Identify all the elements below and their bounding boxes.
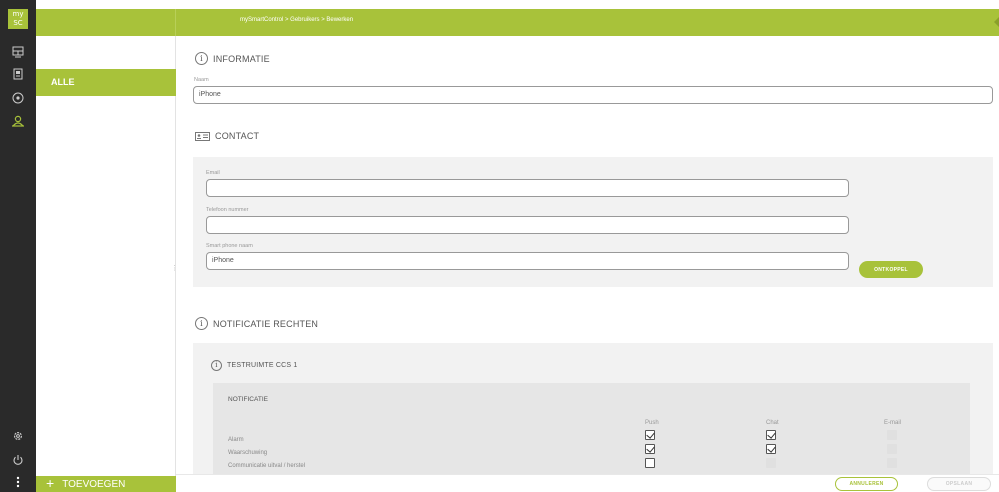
app-logo[interactable]: my SC xyxy=(8,9,28,29)
warning-push-checkbox[interactable] xyxy=(645,444,655,454)
email-input[interactable] xyxy=(206,179,849,197)
info-icon: i xyxy=(211,360,222,371)
notif-section-title: NOTIFICATIE RECHTEN xyxy=(213,318,319,329)
settings-icon[interactable] xyxy=(0,426,36,446)
alarm-chat-checkbox[interactable] xyxy=(766,430,776,440)
dashboard-icon[interactable] xyxy=(0,42,36,62)
contact-panel: Email Telefoon nummer Smart phone naam i… xyxy=(193,157,993,287)
col-push-header: Push xyxy=(645,420,659,426)
warning-email-checkbox xyxy=(887,444,897,454)
add-button-label: TOEVOEGEN xyxy=(62,479,126,490)
col-chat-header: Chat xyxy=(766,420,779,426)
alarm-push-checkbox[interactable] xyxy=(645,430,655,440)
cancel-button[interactable]: ANNULEREN xyxy=(835,477,898,491)
alarm-email-checkbox xyxy=(887,430,897,440)
action-bar: ANNULEREN OPSLAAN xyxy=(176,474,999,492)
breadcrumb[interactable]: mySmartControl > Gebruikers > Bewerken xyxy=(240,17,353,23)
col-email-header: E-mail xyxy=(884,420,902,426)
info-section-header: i INFORMATIE xyxy=(195,52,270,65)
top-bar-left xyxy=(36,9,176,36)
phone-input[interactable] xyxy=(206,216,849,234)
name-label: Naam xyxy=(194,77,209,83)
comm-chat-checkbox xyxy=(766,458,776,468)
power-icon[interactable] xyxy=(0,450,36,470)
menu-dots-icon[interactable] xyxy=(0,474,36,490)
info-section-title: INFORMATIE xyxy=(213,53,270,64)
room-title: TESTRUIMTE CCS 1 xyxy=(227,362,298,369)
comm-email-checkbox xyxy=(887,458,897,468)
notif-panel: i TESTRUIMTE CCS 1 NOTIFICATIE Push Chat… xyxy=(193,343,993,492)
device-icon[interactable] xyxy=(0,64,36,84)
user-list-panel: ALLE ⋮ + TOEVOEGEN xyxy=(36,36,178,492)
phone-label: Telefoon nummer xyxy=(206,207,249,213)
target-icon[interactable] xyxy=(0,88,36,108)
filter-all-item[interactable]: ALLE xyxy=(36,69,176,96)
email-label: Email xyxy=(206,170,220,176)
disconnect-button[interactable]: ONTKOPPEL xyxy=(859,261,923,278)
app-rail: my SC xyxy=(0,0,36,492)
comm-push-checkbox[interactable] xyxy=(645,458,655,468)
save-button[interactable]: OPSLAAN xyxy=(927,477,991,491)
smartphone-label: Smart phone naam xyxy=(206,243,253,249)
row-alarm-label: Alarm xyxy=(228,437,244,443)
row-comm-label: Communicatie uitval / herstel xyxy=(228,463,306,469)
notif-table-title: NOTIFICATIE xyxy=(228,396,268,403)
top-bar: mySmartControl > Gebruikers > Bewerken xyxy=(36,9,999,36)
users-icon[interactable] xyxy=(0,111,36,131)
smartphone-input[interactable]: iPhone xyxy=(206,252,849,270)
collapse-arrow-icon[interactable] xyxy=(994,17,999,27)
info-icon: i xyxy=(195,52,208,65)
add-button[interactable]: + TOEVOEGEN xyxy=(36,476,176,492)
main-content: i INFORMATIE Naam iPhone CONTACT Email T… xyxy=(176,36,999,492)
info-icon: i xyxy=(195,317,208,330)
warning-chat-checkbox[interactable] xyxy=(766,444,776,454)
plus-icon: + xyxy=(46,475,55,491)
row-warning-label: Waarschuwing xyxy=(228,450,268,456)
contact-section-header: CONTACT xyxy=(195,131,259,141)
name-input[interactable]: iPhone xyxy=(193,86,993,104)
notif-section-header: i NOTIFICATIE RECHTEN xyxy=(195,317,318,330)
room-header: i TESTRUIMTE CCS 1 xyxy=(211,360,297,371)
contact-section-title: CONTACT xyxy=(215,131,260,141)
contact-card-icon xyxy=(195,131,210,141)
